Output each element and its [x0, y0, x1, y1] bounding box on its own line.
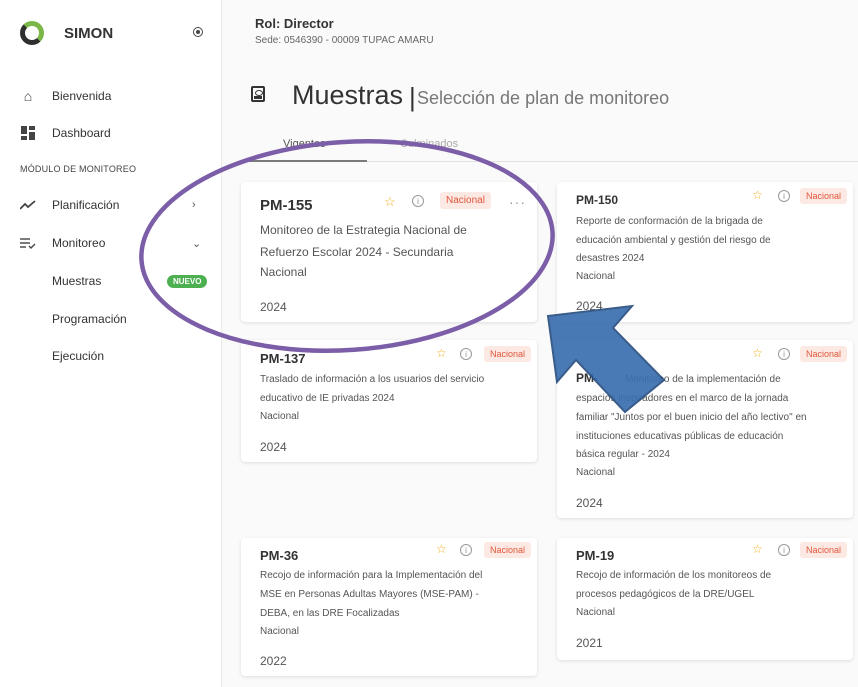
info-icon[interactable]: i: [778, 190, 790, 202]
card-description-line: Monitoreo de la Estrategia Nacional de: [260, 223, 467, 237]
sidebar-item-label: Ejecución: [52, 349, 105, 363]
sidebar-item-ejecucion[interactable]: Ejecución: [0, 343, 222, 369]
plan-card-pm-19[interactable]: PM-19 ☆ i Nacional Recojo de información…: [557, 538, 853, 660]
plan-card-pm-36[interactable]: PM-36 ☆ i Nacional Recojo de información…: [241, 538, 537, 676]
sidebar-item-label: Programación: [52, 312, 127, 326]
title-separator: |: [409, 82, 416, 112]
card-description-line: Traslado de información a los usuarios d…: [260, 374, 485, 385]
card-description-line: desastres 2024: [576, 253, 645, 264]
sidebar-item-label: Muestras: [52, 274, 102, 288]
sidebar: SIMON ⌂ Bienvenida Dashboard MÓDULO DE M…: [0, 0, 222, 687]
more-options-icon[interactable]: ···: [509, 194, 526, 210]
card-description-line: Recojo de información para la Implementa…: [260, 570, 483, 581]
card-year: 2024: [576, 496, 603, 510]
card-code: PM-: [576, 371, 598, 385]
app-name: SIMON: [64, 24, 114, 42]
page-title: Muestras: [292, 80, 404, 110]
plan-card-pm-150[interactable]: PM-150 ☆ i Nacional Reporte de conformac…: [557, 182, 853, 322]
card-description-line: instituciones educativas públicas de edu…: [576, 431, 784, 442]
card-description-line: educación ambiental y gestión del riesgo…: [576, 235, 771, 246]
card-description-line: educativo de IE privadas 2024: [260, 393, 395, 404]
chevron-right-icon: ›: [192, 199, 196, 211]
tab-culminados[interactable]: Culminados: [400, 138, 458, 150]
card-scope: Nacional: [260, 626, 299, 637]
sidebar-item-label: Monitoreo: [52, 236, 106, 250]
card-code: PM-36: [260, 548, 299, 563]
trending-icon: [20, 197, 36, 213]
card-code: PM-150: [576, 193, 619, 207]
sidebar-item-programacion[interactable]: Programación: [0, 306, 222, 332]
card-description-line: Recojo de información de los monitoreos …: [576, 570, 772, 581]
card-scope: Nacional: [576, 607, 615, 618]
card-code: PM-19: [576, 548, 615, 563]
card-scope: Nacional: [260, 411, 299, 422]
sidebar-section-label: MÓDULO DE MONITOREO: [20, 164, 137, 174]
card-description-line: Reporte de conformación de la brigada de: [576, 216, 763, 227]
plan-card-pm-137[interactable]: PM-137 ☆ i Nacional Traslado de informac…: [241, 340, 537, 462]
card-scope: Nacional: [260, 265, 307, 279]
sidebar-item-bienvenida[interactable]: ⌂ Bienvenida: [0, 83, 222, 109]
card-code: PM-137: [260, 351, 306, 366]
card-description-line: Refuerzo Escolar 2024 - Secundaria: [260, 245, 454, 259]
dashboard-icon: [20, 125, 36, 141]
card-year: 2024: [260, 440, 287, 454]
sidebar-item-planificacion[interactable]: Planificación ›: [0, 192, 222, 218]
scope-tag: Nacional: [800, 346, 848, 362]
card-scope: Nacional: [576, 271, 615, 282]
tab-active-indicator: [240, 160, 367, 162]
sidebar-toggle-icon[interactable]: [193, 27, 203, 37]
info-icon[interactable]: i: [778, 348, 790, 360]
checklist-icon: [20, 235, 36, 251]
star-icon[interactable]: ☆: [436, 542, 447, 556]
plan-card-pm-espacios[interactable]: PM- ☆ i Nacional Monitoreo de la impleme…: [557, 340, 853, 518]
card-scope: Nacional: [576, 467, 615, 478]
sidebar-item-label: Planificación: [52, 198, 120, 212]
info-icon[interactable]: i: [460, 348, 472, 360]
card-description-line: DEBA, en las DRE Focalizadas: [260, 608, 400, 619]
star-icon[interactable]: ☆: [752, 346, 763, 360]
card-code: PM-155: [260, 197, 313, 214]
info-icon[interactable]: i: [412, 195, 424, 207]
card-description-line: MSE en Personas Adultas Mayores (MSE-PAM…: [260, 589, 479, 600]
tabs-bar: Vigentes Culminados: [240, 134, 858, 162]
info-icon[interactable]: i: [460, 544, 472, 556]
card-description-line: Monitoreo de la implementación de: [625, 374, 781, 385]
home-icon: ⌂: [23, 88, 33, 104]
simon-logo-icon: [20, 21, 44, 45]
card-year: 2021: [576, 636, 603, 650]
star-icon[interactable]: ☆: [436, 346, 447, 360]
card-description-line: básica regular - 2024: [576, 449, 670, 460]
page-subtitle: Selección de plan de monitoreo: [417, 88, 670, 108]
card-description-line: familiar "Juntos por el buen inicio del …: [576, 412, 807, 423]
card-year: 2024: [260, 300, 287, 314]
tab-vigentes[interactable]: Vigentes: [283, 138, 326, 150]
card-year: 2022: [260, 654, 287, 668]
info-icon[interactable]: i: [778, 544, 790, 556]
sidebar-item-label: Bienvenida: [52, 89, 112, 103]
scope-tag: Nacional: [484, 542, 532, 558]
scope-tag: Nacional: [484, 346, 532, 362]
user-role: Rol: Director: [255, 16, 334, 31]
star-icon[interactable]: ☆: [752, 188, 763, 202]
card-year: 2024: [576, 299, 603, 313]
scope-tag: Nacional: [800, 542, 848, 558]
card-description-line: procesos pedagógicos de la DRE/UGEL: [576, 589, 755, 600]
star-icon[interactable]: ☆: [752, 542, 763, 556]
chevron-down-icon: ⌄: [192, 237, 202, 250]
scope-tag: Nacional: [800, 188, 848, 204]
user-sede: Sede: 0546390 - 00009 TUPAC AMARU: [255, 35, 434, 46]
new-badge: NUEVO: [167, 275, 208, 288]
scope-tag: Nacional: [440, 192, 491, 209]
badge-icon: [251, 86, 265, 102]
star-icon[interactable]: ☆: [384, 194, 396, 210]
sidebar-item-label: Dashboard: [52, 126, 111, 140]
card-description-line: espacios inspiradores en el marco de la …: [576, 393, 789, 404]
sidebar-item-dashboard[interactable]: Dashboard: [0, 120, 222, 146]
sidebar-item-monitoreo[interactable]: Monitoreo ⌄: [0, 230, 222, 256]
brand[interactable]: SIMON: [20, 20, 113, 46]
plan-card-pm-155[interactable]: PM-155 ☆ i Nacional ··· Monitoreo de la …: [241, 182, 537, 322]
